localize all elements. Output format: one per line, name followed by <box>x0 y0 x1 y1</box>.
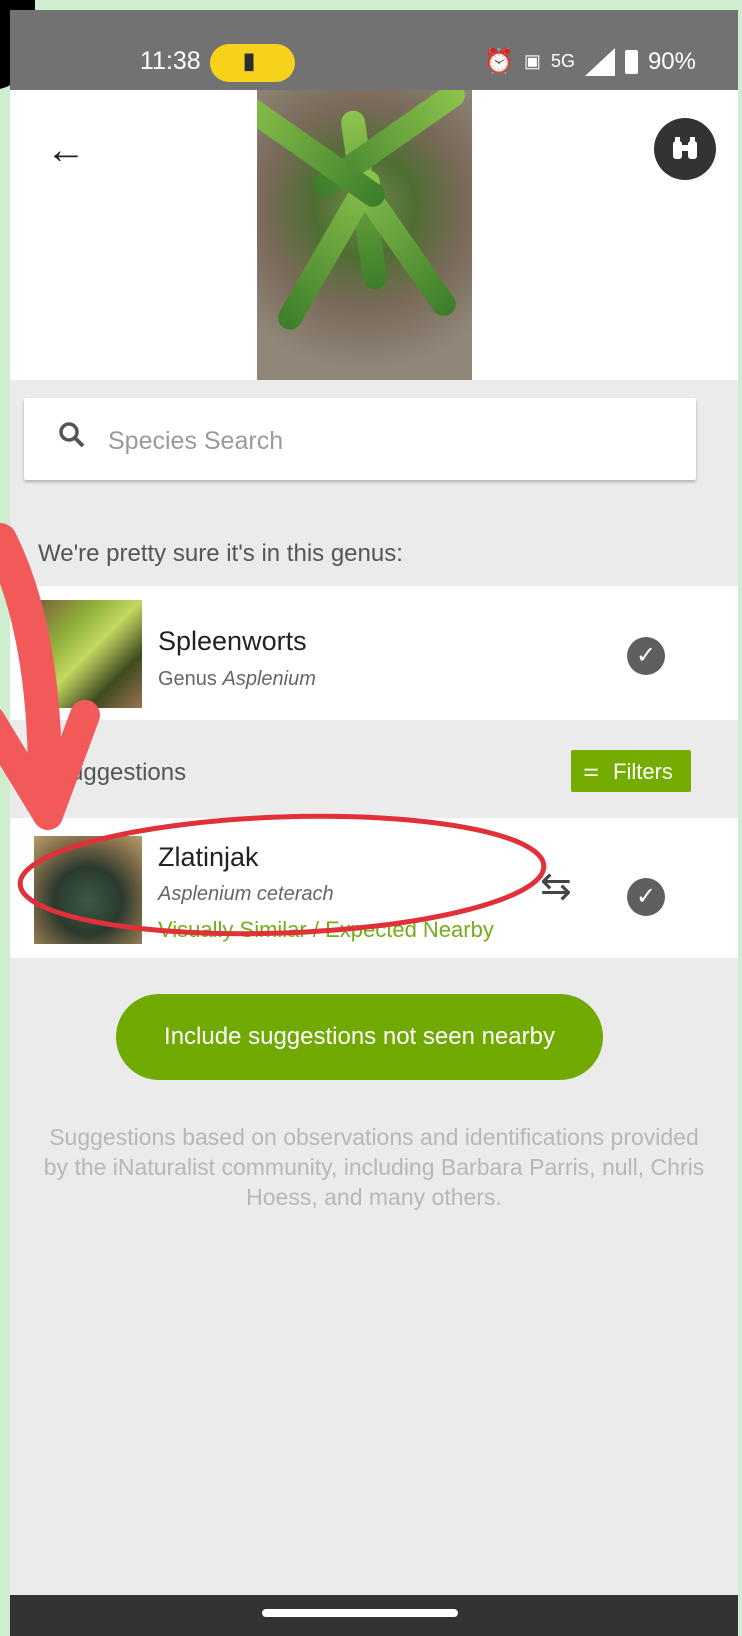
fern-frond <box>308 90 470 202</box>
back-button[interactable]: ← <box>46 128 90 172</box>
battery-icon <box>624 49 638 74</box>
select-suggestion-button[interactable]: ✓ <box>627 878 665 916</box>
binoculars-button[interactable] <box>654 118 716 180</box>
suggestion-note: Visually Similar / Expected Nearby <box>158 917 494 942</box>
status-bar: 11:38 ▮ ⏰ ▣ 5G 90% <box>10 10 738 90</box>
suggestion-thumbnail <box>34 836 142 944</box>
navigation-bar <box>10 1595 738 1636</box>
nfc-icon: ▣ <box>523 51 541 71</box>
swap-arrows-icon: ⇆ <box>540 866 572 908</box>
genus-rank: Genus <box>158 668 217 690</box>
select-genus-button[interactable]: ✓ <box>627 637 665 675</box>
genus-thumbnail <box>34 600 142 708</box>
battery-percent: 90% <box>647 47 696 75</box>
search-icon <box>59 422 85 448</box>
genus-row[interactable]: Spleenworts Genus Asplenium ✓ <box>10 586 738 720</box>
suggestion-row[interactable]: Zlatinjak Asplenium ceterach Visually Si… <box>10 818 738 958</box>
species-search[interactable] <box>24 398 696 480</box>
check-icon: ✓ <box>635 642 657 669</box>
alarm-icon: ⏰ <box>484 48 514 75</box>
network-type: 5G <box>550 51 575 71</box>
back-arrow-icon: ← <box>46 128 86 172</box>
suggestion-scientific-name: Asplenium ceterach <box>158 883 334 906</box>
signal-icon <box>584 47 615 76</box>
search-input[interactable] <box>106 420 670 462</box>
genus-common-name: Spleenworts <box>158 626 307 656</box>
suggestion-scientific-name-text: Asplenium ceterach <box>158 883 334 905</box>
phone-screen: 11:38 ▮ ⏰ ▣ 5G 90% ← Species Search We'r… <box>10 10 738 1636</box>
genus-rank-line: Genus Asplenium <box>158 668 316 691</box>
home-indicator[interactable] <box>262 1609 458 1617</box>
observation-photo[interactable] <box>257 90 472 380</box>
filters-icon: ⚌ <box>583 760 600 780</box>
genus-scientific-name: Asplenium <box>222 668 316 690</box>
genus-section-label: We're pretty sure it's in this genus: <box>38 540 403 567</box>
header: ← <box>10 90 738 380</box>
battery-charging-pill: ▮ <box>210 44 295 82</box>
filters-button[interactable]: ⚌ Filters <box>571 750 691 792</box>
filters-label: Filters <box>613 759 673 784</box>
battery-charging-icon: ▮ <box>243 48 256 73</box>
status-time: 11:38 <box>140 47 201 75</box>
include-not-nearby-button[interactable]: Include suggestions not seen nearby <box>116 994 603 1080</box>
attribution-footnote: Suggestions based on observations and id… <box>43 1124 705 1210</box>
binoculars-icon <box>673 137 697 159</box>
suggestions-section-label: p suggestions <box>38 759 187 786</box>
status-icons: ⏰ ▣ 5G 90% <box>484 47 696 76</box>
suggestion-common-name: Zlatinjak <box>158 842 259 872</box>
compare-button[interactable]: ⇆ <box>540 864 572 909</box>
check-icon: ✓ <box>635 883 657 910</box>
